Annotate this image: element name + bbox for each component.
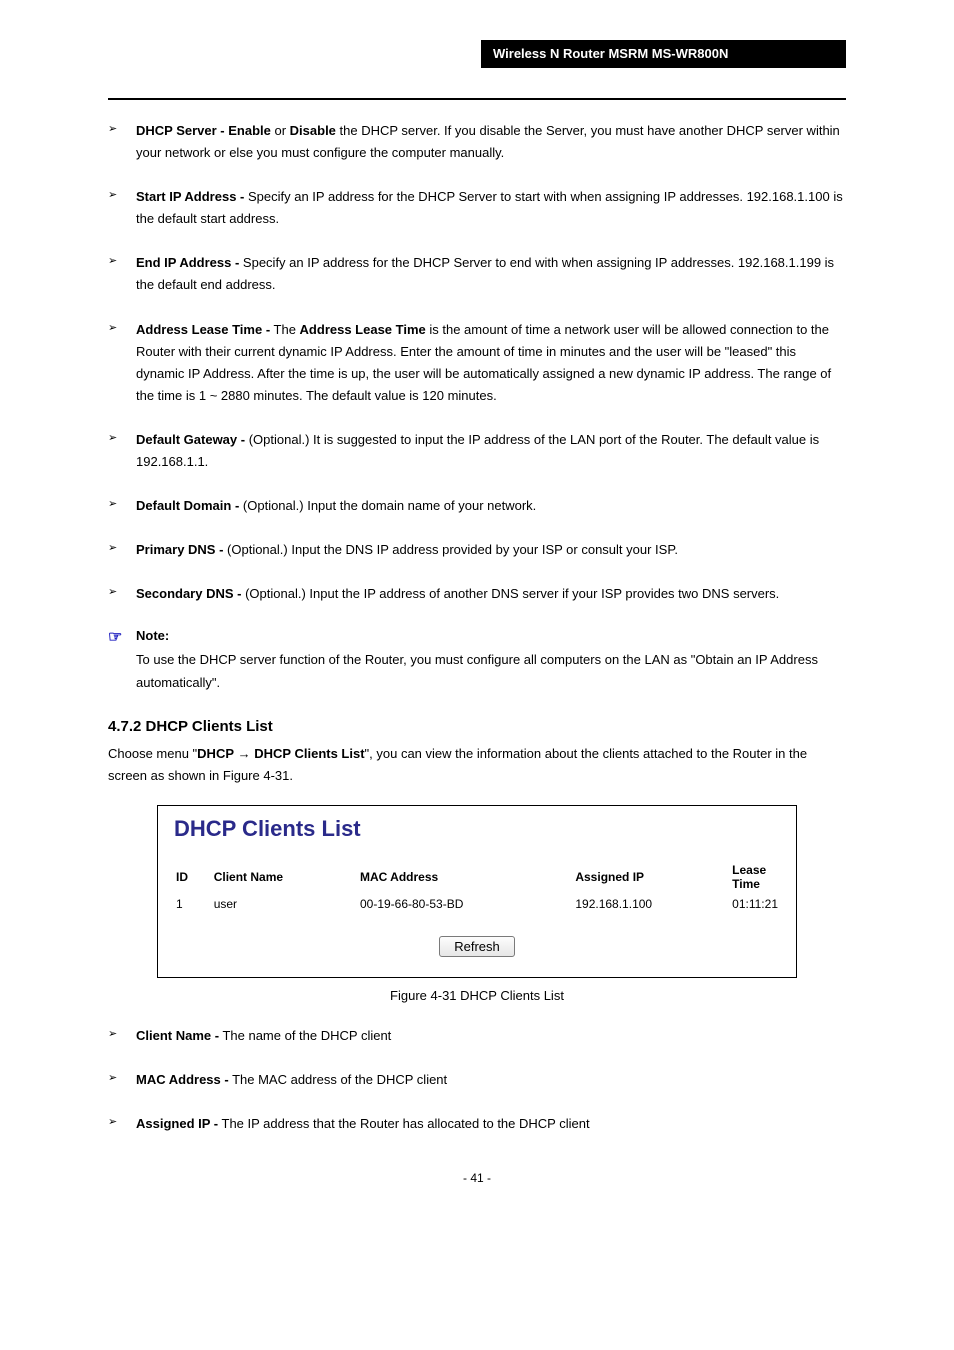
- list-item: Client Name - The name of the DHCP clien…: [108, 1025, 846, 1047]
- list-item: Assigned IP - The IP address that the Ro…: [108, 1113, 846, 1135]
- desc: Specify an IP address for the DHCP Serve…: [136, 255, 834, 292]
- menu-dhcp: DHCP: [197, 746, 234, 761]
- list-item: Default Gateway - (Optional.) It is sugg…: [108, 429, 846, 473]
- list-item: End IP Address - Specify an IP address f…: [108, 252, 846, 296]
- term: Client Name -: [136, 1028, 219, 1043]
- term: Default Domain -: [136, 498, 239, 513]
- note-block: ☞ Note: To use the DHCP server function …: [108, 627, 846, 693]
- list-item: Primary DNS - (Optional.) Input the DNS …: [108, 539, 846, 561]
- menu-clients-list: DHCP Clients List: [254, 746, 364, 761]
- figure-caption: Figure 4-31 DHCP Clients List: [108, 988, 846, 1003]
- table-row: 1 user 00-19-66-80-53-BD 192.168.1.100 0…: [172, 894, 782, 914]
- list-item: DHCP Server - Enable or Disable the DHCP…: [108, 120, 846, 164]
- list-item: Default Domain - (Optional.) Input the d…: [108, 495, 846, 517]
- cell-name: user: [210, 894, 356, 914]
- section-heading: 4.7.2 DHCP Clients List: [108, 718, 846, 735]
- term: Secondary DNS -: [136, 586, 241, 601]
- term: Start IP Address -: [136, 189, 244, 204]
- arrow-right-icon: →: [238, 743, 251, 765]
- list-item: Secondary DNS - (Optional.) Input the IP…: [108, 583, 846, 605]
- cell-id: 1: [172, 894, 210, 914]
- col-ip: Assigned IP: [571, 860, 728, 894]
- clients-table: ID Client Name MAC Address Assigned IP L…: [172, 860, 782, 914]
- desc: The MAC address of the DHCP client: [229, 1072, 447, 1087]
- col-mac: MAC Address: [356, 860, 571, 894]
- term: MAC Address -: [136, 1072, 229, 1087]
- client-fields-list: Client Name - The name of the DHCP clien…: [108, 1025, 846, 1135]
- header-product: Wireless N Router MSRM MS-WR800N: [481, 40, 846, 68]
- intro-pre: Choose menu ": [108, 746, 197, 761]
- desc: The IP address that the Router has alloc…: [218, 1116, 589, 1131]
- cell-ip: 192.168.1.100: [571, 894, 728, 914]
- term2: Disable: [290, 123, 336, 138]
- term-sep: or: [271, 123, 290, 138]
- term: Primary DNS -: [136, 542, 223, 557]
- figure-title: DHCP Clients List: [174, 816, 782, 842]
- term: Default Gateway -: [136, 432, 245, 447]
- list-item: MAC Address - The MAC address of the DHC…: [108, 1069, 846, 1091]
- col-id: ID: [172, 860, 210, 894]
- desc: The name of the DHCP client: [219, 1028, 391, 1043]
- figure-dhcp-clients: DHCP Clients List ID Client Name MAC Add…: [157, 805, 797, 978]
- desc: (Optional.) Input the domain name of you…: [239, 498, 536, 513]
- section-intro: Choose menu "DHCP → DHCP Clients List", …: [108, 743, 846, 787]
- term: End IP Address -: [136, 255, 239, 270]
- desc: (Optional.) Input the IP address of anot…: [241, 586, 779, 601]
- header-rule: [108, 98, 846, 100]
- col-lease: Lease Time: [728, 860, 782, 894]
- term: Assigned IP -: [136, 1116, 218, 1131]
- refresh-button[interactable]: Refresh: [439, 936, 515, 957]
- dhcp-settings-list: DHCP Server - Enable or Disable the DHCP…: [108, 120, 846, 605]
- desc: (Optional.) Input the DNS IP address pro…: [223, 542, 678, 557]
- col-name: Client Name: [210, 860, 356, 894]
- table-header-row: ID Client Name MAC Address Assigned IP L…: [172, 860, 782, 894]
- term: DHCP Server - Enable: [136, 123, 271, 138]
- hand-point-icon: ☞: [108, 627, 122, 647]
- list-item: Start IP Address - Specify an IP address…: [108, 186, 846, 230]
- page-number: - 41 -: [108, 1171, 846, 1185]
- note-text: To use the DHCP server function of the R…: [136, 649, 846, 693]
- desc-pre: The: [270, 322, 299, 337]
- cell-mac: 00-19-66-80-53-BD: [356, 894, 571, 914]
- note-label: Note:: [136, 628, 169, 643]
- term: Address Lease Time -: [136, 322, 270, 337]
- term-inner: Address Lease Time: [300, 322, 426, 337]
- list-item: Address Lease Time - The Address Lease T…: [108, 319, 846, 407]
- cell-lease: 01:11:21: [728, 894, 782, 914]
